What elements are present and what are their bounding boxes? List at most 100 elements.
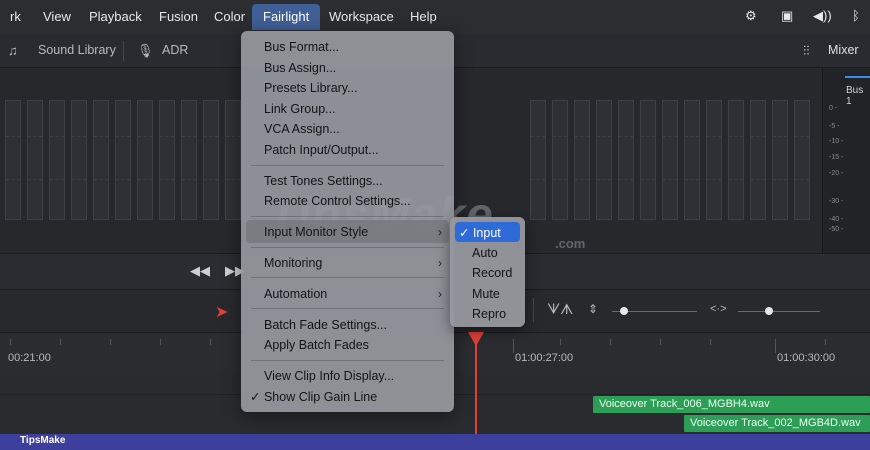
meter xyxy=(772,100,788,220)
ruler-tick xyxy=(710,339,711,345)
meter xyxy=(728,100,744,220)
audio-clip[interactable]: Voiceover Track_002_MGB4D.wav xyxy=(684,415,870,432)
meter xyxy=(181,100,197,220)
ruler-tick xyxy=(160,339,161,345)
ruler-tick xyxy=(560,339,561,345)
menu-item-vca-assign[interactable]: VCA Assign... xyxy=(264,122,340,136)
menu-fairlight[interactable]: Fairlight xyxy=(252,4,321,30)
rewind-icon[interactable]: ◀◀ xyxy=(190,263,210,279)
ruler-tick xyxy=(513,339,514,353)
bus-panel: Bus 1 0 - -5 - -10 - -15 - -20 - -30 - -… xyxy=(822,68,870,253)
ruler-tick xyxy=(60,339,61,345)
meter xyxy=(137,100,153,220)
timecode-label: 00:21:00 xyxy=(8,352,51,364)
ruler-tick xyxy=(825,339,826,345)
scale-label: -10 - xyxy=(829,138,844,145)
submenu-item-record[interactable]: Record xyxy=(472,266,512,280)
bus-label: Bus 1 xyxy=(846,85,864,107)
menu-item-link-group[interactable]: Link Group... xyxy=(264,102,336,116)
submenu-arrow-icon: › xyxy=(438,287,442,301)
menu-item-input-monitor-style[interactable]: Input Monitor Style xyxy=(264,225,368,239)
toolbar-divider xyxy=(123,41,124,61)
waveform-zoom-icon[interactable]: ᗐᗑ xyxy=(547,301,573,318)
menu-item-batch-fade-settings[interactable]: Batch Fade Settings... xyxy=(264,318,387,332)
horizontal-zoom-slider[interactable] xyxy=(738,311,820,312)
vertical-zoom-icon[interactable]: ⇕ xyxy=(588,302,598,316)
input-monitor-style-submenu: ✓ Input Auto Record Mute Repro xyxy=(450,217,525,327)
mixer-button[interactable]: Mixer xyxy=(828,43,859,57)
menu-help[interactable]: Help xyxy=(410,9,437,24)
cursor-icon: ➤ xyxy=(215,304,229,321)
screen-tools-icon[interactable]: ⚙ xyxy=(745,8,757,24)
menu-view[interactable]: View xyxy=(43,9,71,24)
display-icon[interactable]: ▣ xyxy=(781,8,793,24)
ruler-tick xyxy=(10,339,11,345)
timecode-label: 01:00:30:00 xyxy=(777,352,836,364)
adr-button[interactable]: ADR xyxy=(162,43,188,57)
meter xyxy=(203,100,219,220)
menu-playback[interactable]: Playback xyxy=(89,9,142,24)
menu-item-patch-input-output[interactable]: Patch Input/Output... xyxy=(264,143,379,157)
meter xyxy=(794,100,810,220)
brand-label: TipsMake xyxy=(20,435,66,446)
meter xyxy=(5,100,21,220)
submenu-item-mute[interactable]: Mute xyxy=(472,287,500,301)
bluetooth-icon[interactable]: ᛒ xyxy=(852,8,860,23)
menu-item-monitoring[interactable]: Monitoring xyxy=(264,256,322,270)
menu-workspace[interactable]: Workspace xyxy=(329,9,394,24)
meter xyxy=(618,100,634,220)
menu-item-view-clip-info-display[interactable]: View Clip Info Display... xyxy=(264,369,394,383)
scale-label: -40 - xyxy=(829,216,844,223)
controls-divider xyxy=(533,298,534,322)
horizontal-zoom-handle[interactable] xyxy=(765,307,773,315)
meter xyxy=(684,100,700,220)
horizontal-zoom-icon[interactable]: <·> xyxy=(710,303,727,315)
playhead-handle[interactable] xyxy=(468,332,484,346)
menu-fusion[interactable]: Fusion xyxy=(159,9,198,24)
sound-library-icon[interactable]: ♫ xyxy=(8,43,18,58)
menu-separator xyxy=(251,165,444,166)
meter xyxy=(662,100,678,220)
menu-separator xyxy=(251,216,444,217)
meter xyxy=(640,100,656,220)
submenu-item-repro[interactable]: Repro xyxy=(472,307,506,321)
microphone-icon[interactable]: 🎙︎ xyxy=(137,43,154,59)
meter xyxy=(706,100,722,220)
menu-item-show-clip-gain-line[interactable]: ✓ Show Clip Gain Line xyxy=(250,389,377,404)
menu-item-presets-library[interactable]: Presets Library... xyxy=(264,81,358,95)
vertical-zoom-handle[interactable] xyxy=(620,307,628,315)
meter xyxy=(574,100,590,220)
meter xyxy=(159,100,175,220)
watermark-suffix: .com xyxy=(555,236,586,251)
meter xyxy=(71,100,87,220)
volume-icon[interactable]: ◀)) xyxy=(813,8,832,24)
meter xyxy=(596,100,612,220)
sound-library-button[interactable]: Sound Library xyxy=(38,43,116,57)
submenu-arrow-icon: › xyxy=(438,225,442,239)
menu-separator xyxy=(251,308,444,309)
mixer-icon[interactable]: ⫶⫶ xyxy=(803,43,810,59)
submenu-item-auto[interactable]: Auto xyxy=(472,246,498,260)
menu-color[interactable]: Color xyxy=(214,9,245,24)
menu-item-test-tones-settings[interactable]: Test Tones Settings... xyxy=(264,174,383,188)
audio-clip[interactable]: Voiceover Track_006_MGBH4.wav xyxy=(593,396,870,413)
menu-item-bus-assign[interactable]: Bus Assign... xyxy=(264,61,336,75)
bus-indicator xyxy=(845,76,870,78)
submenu-arrow-icon: › xyxy=(438,256,442,270)
meter xyxy=(552,100,568,220)
ruler-tick xyxy=(110,339,111,345)
menu-item-remote-control-settings[interactable]: Remote Control Settings... xyxy=(264,194,411,208)
meter xyxy=(93,100,109,220)
menu-workspace-partial[interactable]: rk xyxy=(10,9,21,24)
scale-label: -50 - xyxy=(829,226,844,233)
ruler-tick xyxy=(660,339,661,345)
meter xyxy=(115,100,131,220)
scale-label: -30 - xyxy=(829,198,844,205)
scale-label: -20 - xyxy=(829,170,844,177)
menu-item-bus-format[interactable]: Bus Format... xyxy=(264,40,339,54)
menu-item-automation[interactable]: Automation xyxy=(264,287,327,301)
submenu-item-input[interactable]: ✓ Input xyxy=(459,225,501,240)
ruler-tick xyxy=(210,339,211,345)
playhead[interactable] xyxy=(475,332,477,434)
menu-item-apply-batch-fades[interactable]: Apply Batch Fades xyxy=(264,338,369,352)
